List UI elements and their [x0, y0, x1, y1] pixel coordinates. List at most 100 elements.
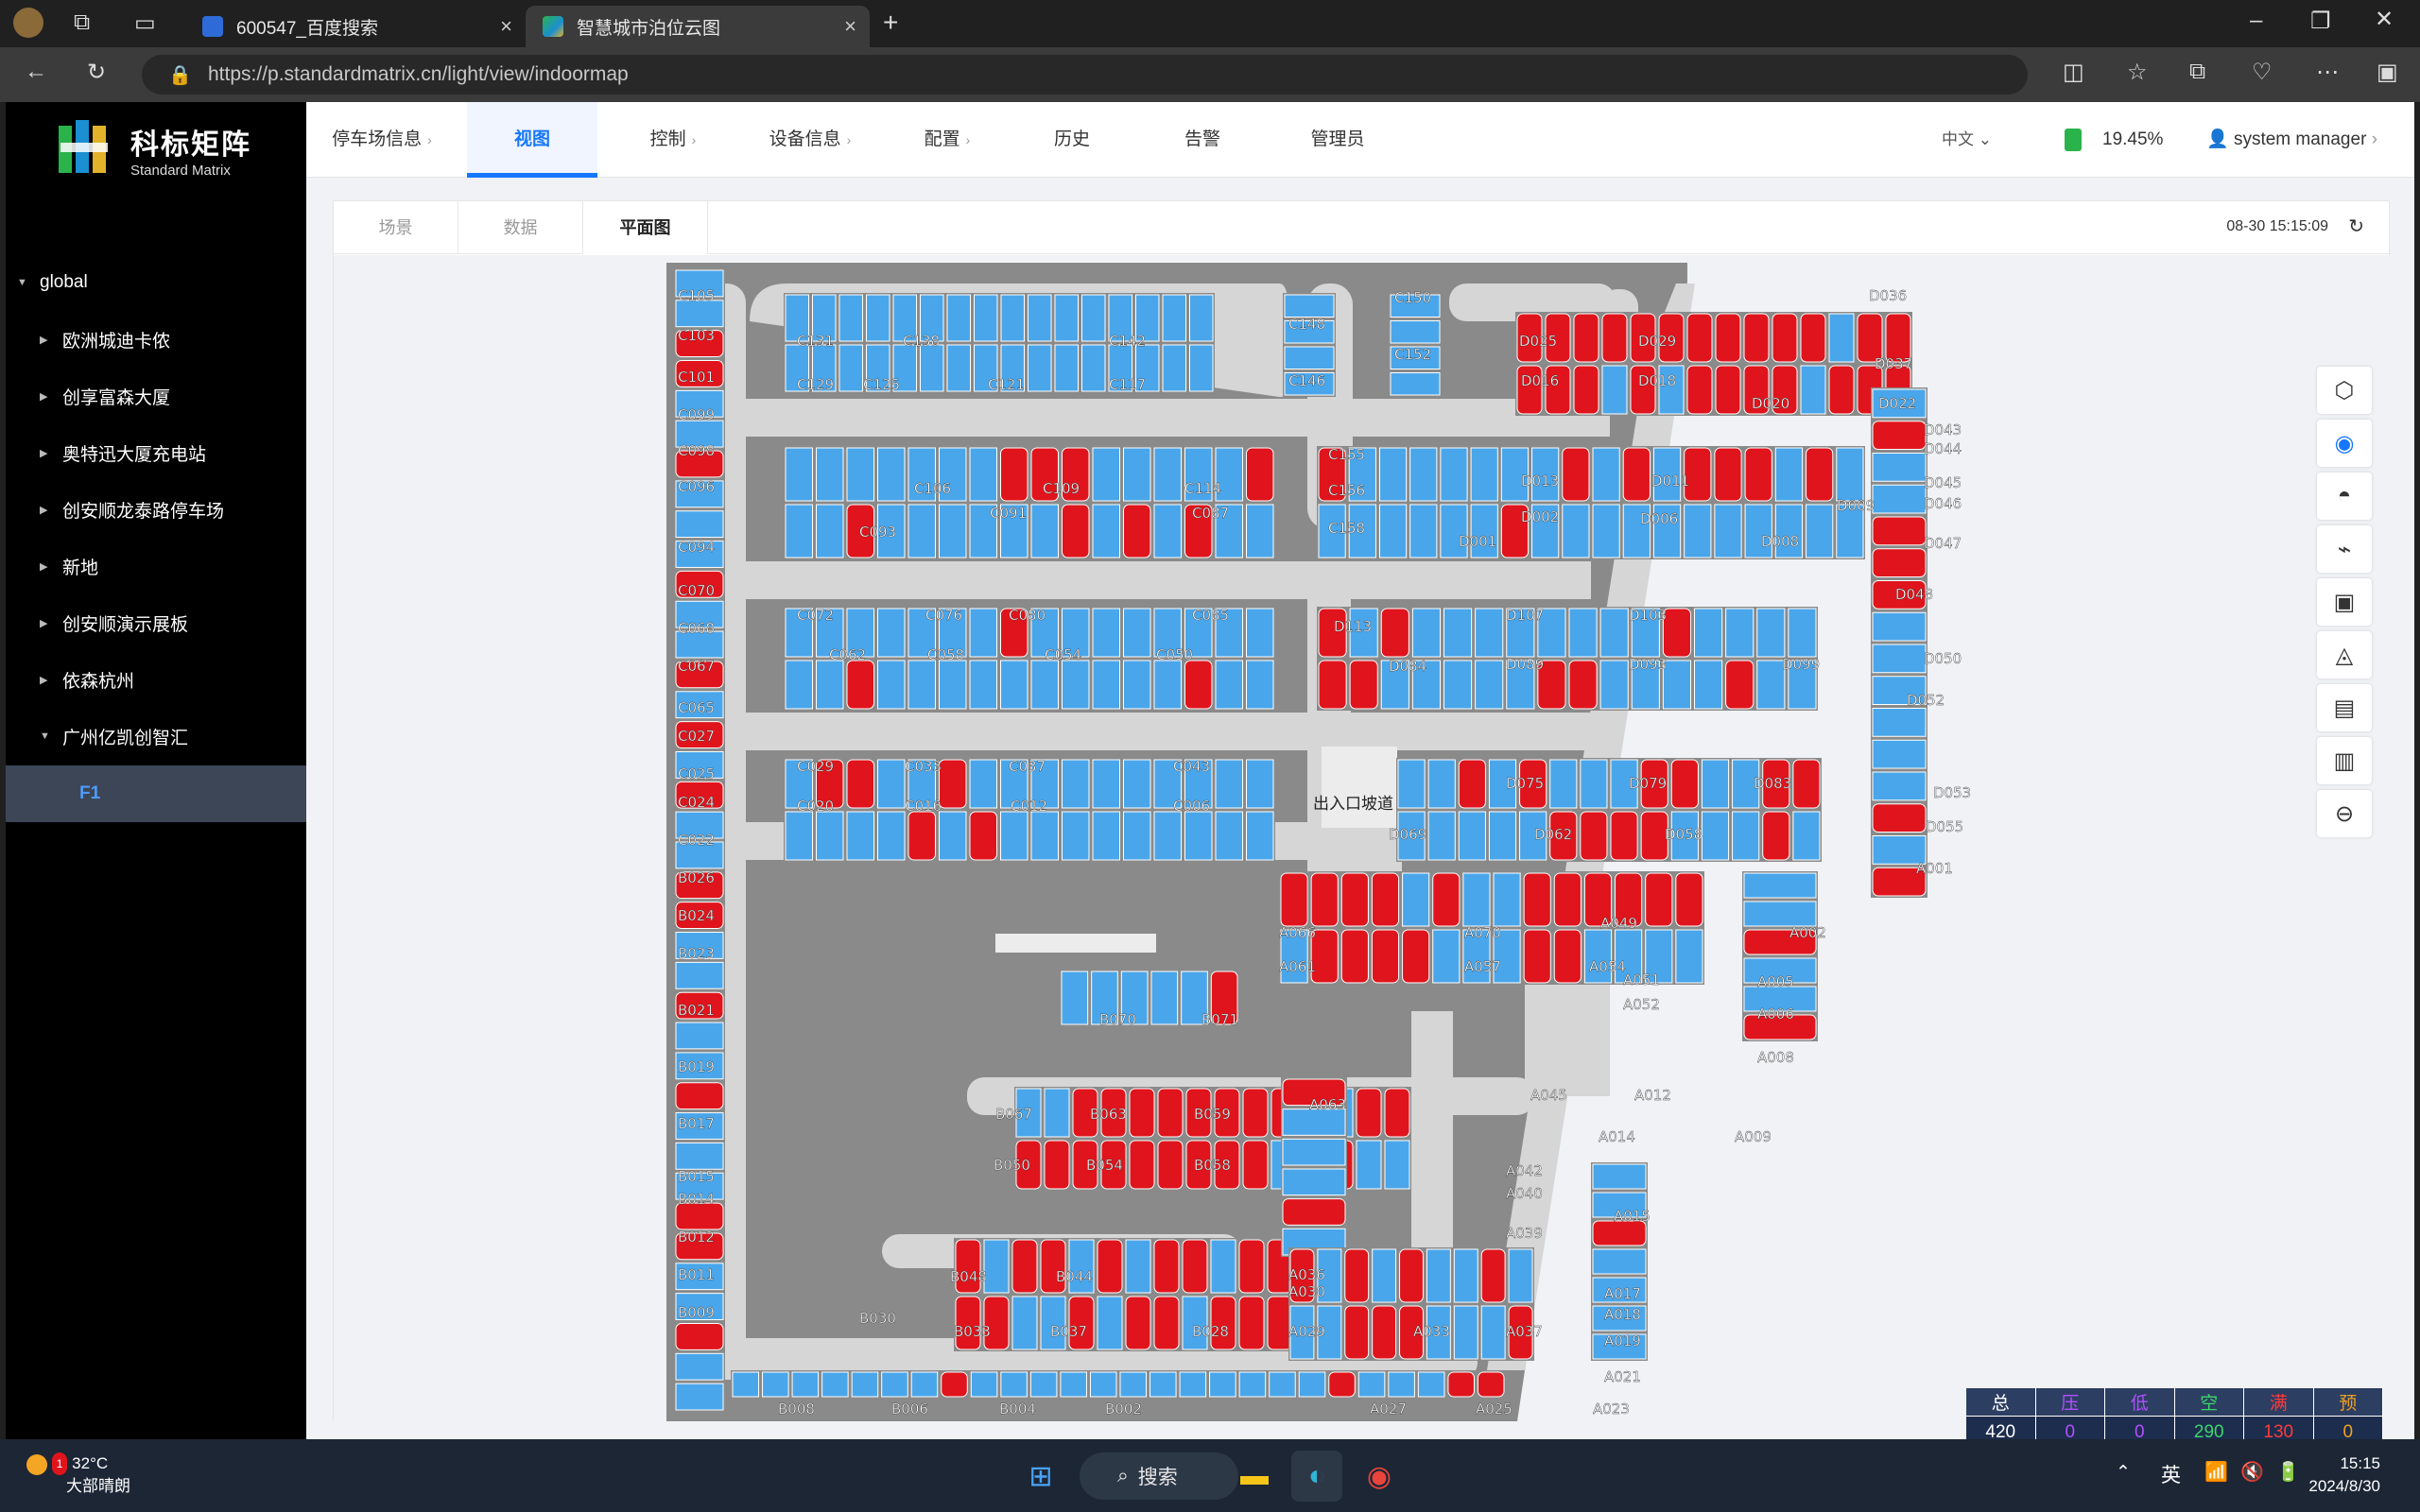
parking-space-vacant[interactable]	[1123, 608, 1151, 658]
parking-space-occupied[interactable]	[1125, 1296, 1151, 1350]
parking-space-vacant[interactable]	[1732, 811, 1760, 861]
health-icon[interactable]: ♡	[2252, 59, 2273, 86]
parking-space-vacant[interactable]	[1282, 1168, 1346, 1196]
parking-space-vacant[interactable]	[1062, 811, 1090, 861]
parking-space-occupied[interactable]	[1372, 1305, 1397, 1360]
parking-space-occupied[interactable]	[846, 660, 874, 710]
parking-space-vacant[interactable]	[1000, 294, 1025, 342]
parking-space-vacant[interactable]	[675, 1383, 724, 1411]
parking-space-vacant[interactable]	[1743, 901, 1817, 927]
parking-space-occupied[interactable]	[1872, 548, 1927, 577]
chrome-browser-icon[interactable]: ◉	[1354, 1451, 1405, 1502]
tree-item-4[interactable]: ▶ 新地	[6, 539, 306, 593]
profile-avatar[interactable]	[13, 8, 43, 38]
parking-floorplan[interactable]: 出入口坡道 出入口坡道 C105C103C101C099C098C096C094…	[334, 255, 2391, 1421]
parking-space-vacant[interactable]	[1246, 759, 1274, 809]
parking-space-vacant[interactable]	[1269, 1371, 1296, 1398]
parking-space-vacant[interactable]	[881, 1371, 908, 1398]
language-select[interactable]: 中文 ⌄	[1942, 102, 1992, 178]
file-explorer-icon[interactable]: ▬	[1229, 1451, 1280, 1502]
nav-control[interactable]: 控制 ›	[616, 102, 730, 178]
parking-space-vacant[interactable]	[1432, 929, 1461, 984]
parking-space-vacant[interactable]	[983, 1239, 1010, 1294]
tree-item-7[interactable]: ▼ 广州亿凯创智汇	[6, 709, 306, 764]
parking-space-vacant[interactable]	[1453, 1305, 1478, 1360]
parking-space-vacant[interactable]	[1184, 811, 1213, 861]
parking-space-occupied[interactable]	[1380, 608, 1409, 658]
parking-space-vacant[interactable]	[866, 294, 890, 342]
parking-space-occupied[interactable]	[1280, 872, 1308, 927]
parking-space-occupied[interactable]	[1580, 811, 1608, 861]
nav-admin[interactable]: 管理员	[1276, 102, 1399, 178]
browser-tab-baidu[interactable]: 600547_百度搜索 ×	[185, 6, 526, 47]
nav-config[interactable]: 配置 ›	[890, 102, 1004, 178]
weather-widget[interactable]: 1 32°C 大部晴朗	[26, 1452, 130, 1498]
tree-item-6[interactable]: ▶ 依森杭州	[6, 652, 306, 707]
parking-space-vacant[interactable]	[1150, 971, 1179, 1025]
parking-space-vacant[interactable]	[1694, 660, 1723, 710]
parking-space-vacant[interactable]	[1123, 660, 1151, 710]
parking-space-vacant[interactable]	[877, 759, 906, 809]
parking-space-occupied[interactable]	[1242, 1140, 1269, 1190]
parking-space-vacant[interactable]	[1592, 447, 1620, 502]
parking-space-vacant[interactable]	[1356, 1140, 1382, 1190]
parking-space-vacant[interactable]	[1246, 608, 1274, 658]
parking-space-vacant[interactable]	[1061, 971, 1089, 1025]
parking-space-vacant[interactable]	[1189, 294, 1214, 342]
parking-space-occupied[interactable]	[1242, 1088, 1269, 1138]
3d-view-icon[interactable]: ⬡	[2317, 367, 2372, 414]
parking-space-vacant[interactable]	[1092, 811, 1120, 861]
parking-space-vacant[interactable]	[939, 811, 967, 861]
parking-space-occupied[interactable]	[1328, 1371, 1356, 1398]
back-icon[interactable]: ←	[25, 59, 47, 85]
parking-space-vacant[interactable]	[785, 447, 813, 502]
tree-item-1[interactable]: ▶ 创享富森大厦	[6, 369, 306, 423]
parking-space-vacant[interactable]	[1390, 320, 1441, 344]
parking-space-occupied[interactable]	[1402, 929, 1430, 984]
nav-view[interactable]: 视图	[467, 102, 597, 178]
parking-space-occupied[interactable]	[1743, 313, 1770, 363]
parking-space-vacant[interactable]	[1440, 447, 1468, 502]
tab-actions-icon[interactable]: ▭	[134, 9, 156, 37]
parking-space-vacant[interactable]	[1453, 1248, 1478, 1303]
parking-space-vacant[interactable]	[1774, 447, 1804, 502]
parking-space-vacant[interactable]	[846, 811, 874, 861]
parking-space-vacant[interactable]	[1562, 504, 1590, 558]
parking-space-occupied[interactable]	[1384, 1088, 1410, 1138]
close-tab-icon[interactable]: ×	[500, 14, 512, 39]
parking-space-vacant[interactable]	[1462, 872, 1491, 927]
parking-space-vacant[interactable]	[1378, 447, 1408, 502]
parking-space-vacant[interactable]	[821, 1371, 849, 1398]
parking-space-occupied[interactable]	[1806, 447, 1834, 502]
parking-space-occupied[interactable]	[1601, 313, 1628, 363]
parking-space-vacant[interactable]	[877, 608, 906, 658]
parking-space-vacant[interactable]	[1470, 447, 1498, 502]
parking-space-vacant[interactable]	[1179, 1371, 1207, 1398]
parking-space-vacant[interactable]	[816, 811, 844, 861]
parking-space-vacant[interactable]	[1372, 1248, 1397, 1303]
parking-space-occupied[interactable]	[675, 1322, 724, 1350]
parking-space-vacant[interactable]	[791, 1371, 820, 1398]
parking-space-vacant[interactable]	[816, 504, 844, 558]
parking-space-occupied[interactable]	[1645, 872, 1673, 927]
parking-space-vacant[interactable]	[785, 811, 813, 861]
parking-space-vacant[interactable]	[1694, 608, 1723, 658]
camera-bullet-icon[interactable]: ⌁	[2317, 525, 2372, 573]
parking-space-vacant[interactable]	[1153, 660, 1182, 710]
parking-space-vacant[interactable]	[1397, 759, 1426, 809]
parking-space-vacant[interactable]	[1081, 344, 1106, 392]
favorites-icon[interactable]: ☆	[2127, 59, 2148, 86]
more-icon[interactable]: ⋯	[2316, 59, 2339, 86]
lamp-icon[interactable]: ◬	[2317, 631, 2372, 679]
collections-icon[interactable]: ⧉	[2189, 59, 2205, 85]
parking-space-vacant[interactable]	[1062, 660, 1090, 710]
restore-icon[interactable]: ❐	[2310, 8, 2331, 35]
parking-space-vacant[interactable]	[1599, 608, 1629, 658]
parking-space-occupied[interactable]	[1097, 1239, 1123, 1294]
parking-space-occupied[interactable]	[939, 759, 967, 809]
split-screen-icon[interactable]: ◫	[2063, 59, 2084, 86]
parking-space-vacant[interactable]	[1701, 759, 1730, 809]
parking-space-vacant[interactable]	[1123, 811, 1151, 861]
camera-dome-icon[interactable]: ◓	[2317, 472, 2372, 520]
parking-space-vacant[interactable]	[1806, 504, 1834, 558]
